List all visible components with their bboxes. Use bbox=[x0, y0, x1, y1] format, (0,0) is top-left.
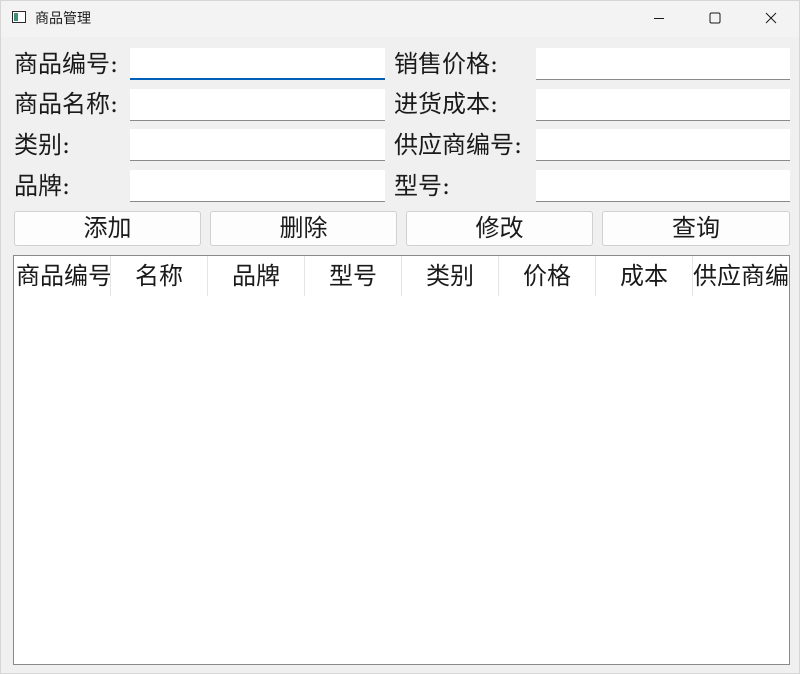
maximize-icon bbox=[709, 12, 721, 24]
supplier-id-label: 供应商编号: bbox=[394, 131, 523, 159]
column-header-supplier-id[interactable]: 供应商编号 bbox=[693, 256, 789, 296]
main-window: 商品管理 商品编号: 商品名称: 类别: 品牌: 销售价格: 进货成本: 供应商… bbox=[0, 0, 800, 674]
category-label: 类别: bbox=[14, 131, 71, 159]
query-button[interactable]: 查询 bbox=[602, 211, 790, 246]
column-header-label: 类别 bbox=[426, 262, 474, 290]
product-name-label: 商品名称: bbox=[14, 90, 119, 118]
sale-price-input[interactable] bbox=[536, 48, 790, 80]
column-header-label: 供应商编号 bbox=[693, 262, 789, 290]
modify-button[interactable]: 修改 bbox=[406, 211, 593, 246]
close-button[interactable] bbox=[743, 1, 799, 37]
column-header-label: 商品编号 bbox=[16, 262, 111, 290]
product-id-input[interactable] bbox=[130, 48, 385, 80]
add-button[interactable]: 添加 bbox=[14, 211, 201, 246]
product-table[interactable]: 商品编号 名称 品牌 型号 类别 价格 成本 供应商编号 bbox=[13, 255, 790, 665]
table-header: 商品编号 名称 品牌 型号 类别 价格 成本 供应商编号 bbox=[14, 256, 789, 296]
purchase-cost-input[interactable] bbox=[536, 89, 790, 121]
product-id-label: 商品编号: bbox=[14, 50, 119, 78]
column-header-product-id[interactable]: 商品编号 bbox=[14, 256, 111, 296]
model-input[interactable] bbox=[536, 170, 790, 202]
column-header-label: 品牌 bbox=[232, 262, 280, 290]
title-bar[interactable]: 商品管理 bbox=[1, 1, 799, 37]
column-header-brand[interactable]: 品牌 bbox=[208, 256, 305, 296]
model-label: 型号: bbox=[394, 172, 451, 200]
column-header-name[interactable]: 名称 bbox=[111, 256, 208, 296]
sale-price-label: 销售价格: bbox=[394, 50, 499, 78]
category-input[interactable] bbox=[130, 129, 385, 161]
product-name-input[interactable] bbox=[130, 89, 385, 121]
column-header-label: 型号 bbox=[329, 262, 377, 290]
delete-button[interactable]: 删除 bbox=[210, 211, 397, 246]
supplier-id-input[interactable] bbox=[536, 129, 790, 161]
column-header-label: 成本 bbox=[620, 262, 668, 290]
minimize-button[interactable] bbox=[631, 1, 687, 37]
purchase-cost-label: 进货成本: bbox=[394, 90, 499, 118]
close-icon bbox=[765, 12, 777, 24]
column-header-category[interactable]: 类别 bbox=[402, 256, 499, 296]
app-window-icon bbox=[12, 11, 26, 23]
column-header-label: 名称 bbox=[135, 262, 183, 290]
column-header-model[interactable]: 型号 bbox=[305, 256, 402, 296]
column-header-cost[interactable]: 成本 bbox=[596, 256, 693, 296]
maximize-button[interactable] bbox=[687, 1, 743, 37]
column-header-label: 价格 bbox=[523, 262, 571, 290]
column-header-price[interactable]: 价格 bbox=[499, 256, 596, 296]
window-title: 商品管理 bbox=[35, 11, 91, 27]
brand-input[interactable] bbox=[130, 170, 385, 202]
minimize-icon bbox=[654, 18, 664, 19]
brand-label: 品牌: bbox=[14, 172, 71, 200]
